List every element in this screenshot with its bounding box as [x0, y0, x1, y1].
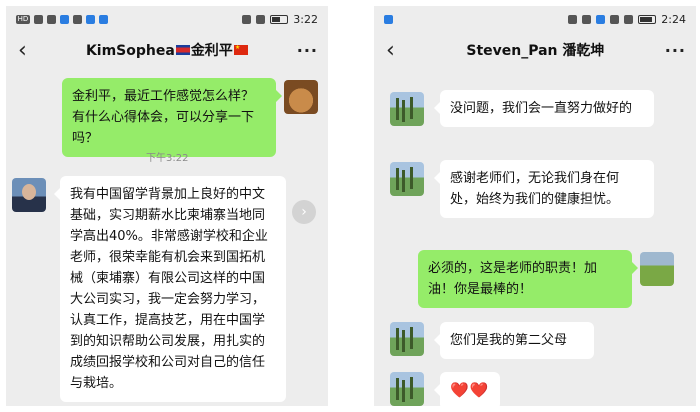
- avatar-contact[interactable]: [390, 322, 424, 356]
- penguin-icon: [73, 14, 82, 24]
- chevron-left-icon[interactable]: ‹: [386, 38, 406, 63]
- message-bubble-sent[interactable]: 金利平，最近工作感觉怎么样？有什么心得体会，可以分享一下吗？: [62, 78, 282, 157]
- battery-icon: [270, 14, 289, 24]
- app-icon: [384, 14, 393, 24]
- forward-icon[interactable]: ›: [292, 200, 316, 224]
- contact-name: KimSophea: [85, 43, 175, 59]
- status-bar: HD 3:22: [6, 6, 328, 32]
- avatar-contact[interactable]: [390, 92, 424, 126]
- app-icon: [596, 14, 606, 24]
- vibrate-icon: [256, 14, 266, 24]
- china-flag-icon: [233, 45, 248, 55]
- status-time: 3:22: [293, 12, 318, 26]
- more-dots-icon[interactable]: ···: [297, 41, 318, 60]
- bluetooth-icon: [610, 14, 620, 24]
- avatar-self[interactable]: [640, 252, 674, 286]
- message-text: 我有中国留学背景加上良好的中文基础，实习期薪水比柬埔寨当地同学高出40%。非常感…: [70, 187, 268, 391]
- heart-emoji: ❤️❤️: [450, 381, 490, 399]
- status-icons-left: [384, 14, 393, 24]
- message-bubble-received[interactable]: ❤️❤️: [434, 372, 500, 406]
- message-bubble-received[interactable]: 感谢老师们，无论我们身在何处，始终为我们的健康担忧。: [434, 160, 654, 218]
- chat-window-steven-pan: 2:24 ‹ Steven_Pan 潘乾坤 ··· 没问题，我们会一直努力做好的…: [374, 6, 696, 406]
- chat-title: KimSophea 金利平: [38, 40, 297, 60]
- chat-window-kimsophea: HD 3:22 ‹ KimSophea 金利平 ··· 金利平，最近工作感觉怎么样…: [6, 6, 328, 406]
- chat-header: ‹ Steven_Pan 潘乾坤 ···: [374, 32, 696, 68]
- chat-header: ‹ KimSophea 金利平 ···: [6, 32, 328, 68]
- avatar-contact[interactable]: [390, 372, 424, 406]
- more-dots-icon[interactable]: ···: [665, 41, 686, 60]
- status-icons-right: 3:22: [242, 13, 318, 26]
- message-bubble-sent[interactable]: 必须的，这是老师的职责！加油！你是最棒的！: [418, 250, 638, 308]
- alarm-icon: [242, 14, 252, 24]
- app-icon: [86, 14, 95, 24]
- message-timestamp: 下午3:22: [146, 153, 189, 164]
- message-text: 必须的，这是老师的职责！加油！你是最棒的！: [428, 261, 598, 297]
- app-icon: [60, 14, 69, 24]
- chevron-left-icon[interactable]: ‹: [18, 38, 38, 63]
- battery-icon: [638, 14, 657, 24]
- app-icon: [99, 14, 108, 24]
- contact-name-cn: 金利平: [190, 43, 233, 59]
- wifi-icon: [47, 14, 56, 24]
- status-time: 2:24: [661, 12, 686, 26]
- signal-icon: [568, 14, 578, 24]
- wifi-icon: [582, 14, 592, 24]
- status-icons-right: 2:24: [568, 13, 686, 26]
- status-bar: 2:24: [374, 6, 696, 32]
- message-bubble-received[interactable]: 没问题，我们会一直努力做好的: [434, 90, 654, 127]
- avatar-contact[interactable]: [390, 162, 424, 196]
- message-bubble-received[interactable]: 您们是我的第二父母: [434, 322, 594, 359]
- avatar-self[interactable]: [284, 80, 318, 114]
- status-icons-left: HD: [16, 14, 108, 24]
- message-bubble-received[interactable]: 我有中国留学背景加上良好的中文基础，实习期薪水比柬埔寨当地同学高出40%。非常感…: [54, 176, 286, 402]
- chat-title: Steven_Pan 潘乾坤: [466, 43, 605, 59]
- message-text: 金利平，最近工作感觉怎么样？有什么心得体会，可以分享一下吗？: [72, 89, 255, 146]
- message-text: 感谢老师们，无论我们身在何处，始终为我们的健康担忧。: [450, 171, 620, 207]
- signal-icon: [34, 14, 43, 24]
- message-text: 您们是我的第二父母: [450, 333, 568, 348]
- cambodia-flag-icon: [175, 45, 190, 55]
- avatar-contact[interactable]: [12, 178, 46, 212]
- message-text: 没问题，我们会一直努力做好的: [450, 101, 633, 116]
- eye-icon: [624, 14, 634, 24]
- hd-icon: HD: [16, 14, 30, 24]
